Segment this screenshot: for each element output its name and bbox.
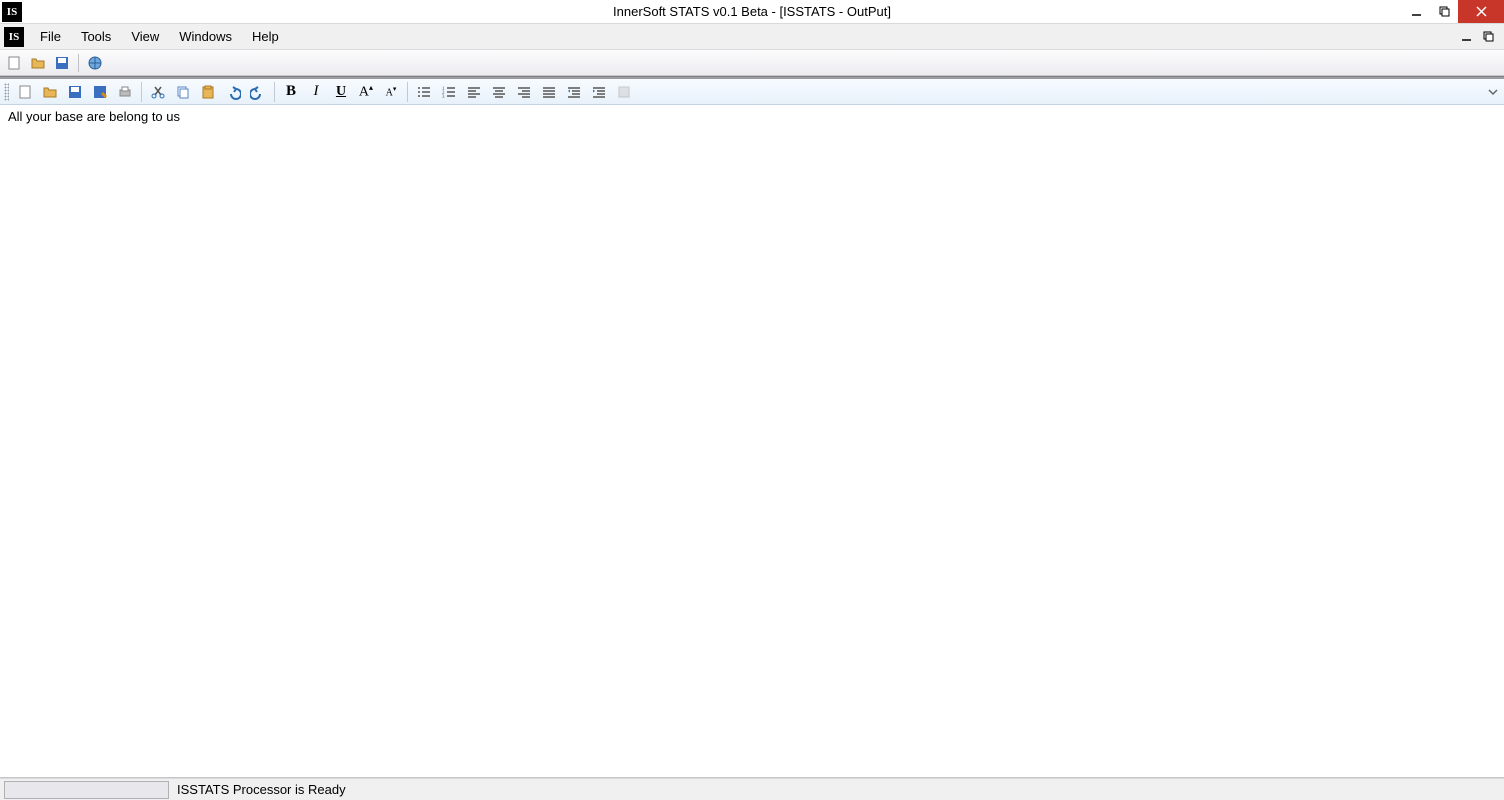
document-icon: IS	[4, 27, 24, 47]
undo-button[interactable]	[222, 81, 244, 103]
align-left-button[interactable]	[463, 81, 485, 103]
toolbar-grip[interactable]	[4, 83, 9, 101]
align-right-button[interactable]	[513, 81, 535, 103]
editor-toolbar: B I U A▴ A▾ 123	[0, 79, 1504, 105]
numbered-list-icon: 123	[441, 84, 457, 100]
open-folder-icon	[42, 84, 58, 100]
increase-indent-icon	[591, 84, 607, 100]
document-text: All your base are belong to us	[8, 109, 180, 124]
minimize-button[interactable]	[1402, 0, 1430, 23]
minimize-icon	[1461, 31, 1472, 42]
main-toolbar	[0, 50, 1504, 76]
decrease-indent-button[interactable]	[563, 81, 585, 103]
align-right-icon	[516, 84, 532, 100]
bullet-list-button[interactable]	[413, 81, 435, 103]
status-text: ISSTATS Processor is Ready	[173, 782, 346, 797]
toolbar-separator	[78, 54, 79, 72]
toolbar-separator	[274, 82, 275, 102]
menu-windows[interactable]: Windows	[169, 24, 242, 49]
toolbar-separator	[141, 82, 142, 102]
close-button[interactable]	[1458, 0, 1504, 23]
mdi-restore-button[interactable]	[1480, 30, 1496, 44]
close-icon	[1476, 6, 1487, 17]
bold-button[interactable]: B	[280, 81, 302, 103]
save-as-icon	[92, 84, 108, 100]
align-center-button[interactable]	[488, 81, 510, 103]
menu-view[interactable]: View	[121, 24, 169, 49]
menu-tools[interactable]: Tools	[71, 24, 121, 49]
print-icon	[117, 84, 133, 100]
restore-icon	[1483, 31, 1494, 42]
toolbar-separator	[407, 82, 408, 102]
new-file-icon	[6, 55, 22, 71]
chevron-down-icon	[1488, 87, 1498, 97]
font-increase-icon: A▴	[359, 83, 373, 101]
print-button[interactable]	[114, 81, 136, 103]
copy-icon	[175, 84, 191, 100]
svg-text:3: 3	[442, 95, 445, 100]
highlight-icon	[616, 84, 632, 100]
window-controls	[1402, 0, 1504, 23]
statusbar: ISSTATS Processor is Ready	[0, 778, 1504, 800]
mdi-window-controls	[1458, 30, 1504, 44]
underline-button[interactable]: U	[330, 81, 352, 103]
cut-icon	[150, 84, 166, 100]
bullet-list-icon	[416, 84, 432, 100]
align-justify-icon	[541, 84, 557, 100]
redo-button[interactable]	[247, 81, 269, 103]
paste-icon	[200, 84, 216, 100]
minimize-icon	[1411, 6, 1422, 17]
open-doc-button[interactable]	[39, 81, 61, 103]
font-decrease-icon: A▾	[386, 85, 397, 98]
menu-help[interactable]: Help	[242, 24, 289, 49]
save-as-button[interactable]	[89, 81, 111, 103]
align-left-icon	[466, 84, 482, 100]
save-icon	[67, 84, 83, 100]
world-button[interactable]	[85, 53, 105, 73]
globe-icon	[87, 55, 103, 71]
font-decrease-button[interactable]: A▾	[380, 81, 402, 103]
numbered-list-button[interactable]: 123	[438, 81, 460, 103]
highlight-button[interactable]	[613, 81, 635, 103]
status-well	[4, 781, 169, 799]
menu-file[interactable]: File	[30, 24, 71, 49]
window-title: InnerSoft STATS v0.1 Beta - [ISSTATS - O…	[613, 4, 891, 19]
cut-button[interactable]	[147, 81, 169, 103]
redo-icon	[250, 84, 266, 100]
save-button[interactable]	[52, 53, 72, 73]
align-center-icon	[491, 84, 507, 100]
titlebar: IS InnerSoft STATS v0.1 Beta - [ISSTATS …	[0, 0, 1504, 24]
app-icon: IS	[2, 2, 22, 22]
menubar: IS File Tools View Windows Help	[0, 24, 1504, 50]
increase-indent-button[interactable]	[588, 81, 610, 103]
paste-button[interactable]	[197, 81, 219, 103]
new-button[interactable]	[4, 53, 24, 73]
new-doc-button[interactable]	[14, 81, 36, 103]
open-folder-icon	[30, 55, 46, 71]
undo-icon	[225, 84, 241, 100]
align-justify-button[interactable]	[538, 81, 560, 103]
font-increase-button[interactable]: A▴	[355, 81, 377, 103]
mdi-minimize-button[interactable]	[1458, 30, 1474, 44]
maximize-icon	[1439, 6, 1450, 17]
save-doc-button[interactable]	[64, 81, 86, 103]
copy-button[interactable]	[172, 81, 194, 103]
italic-button[interactable]: I	[305, 81, 327, 103]
save-icon	[54, 55, 70, 71]
decrease-indent-icon	[566, 84, 582, 100]
toolbar-overflow-button[interactable]	[1486, 85, 1500, 99]
maximize-button[interactable]	[1430, 0, 1458, 23]
new-file-icon	[17, 84, 33, 100]
open-button[interactable]	[28, 53, 48, 73]
document-content[interactable]: All your base are belong to us	[0, 105, 1504, 778]
